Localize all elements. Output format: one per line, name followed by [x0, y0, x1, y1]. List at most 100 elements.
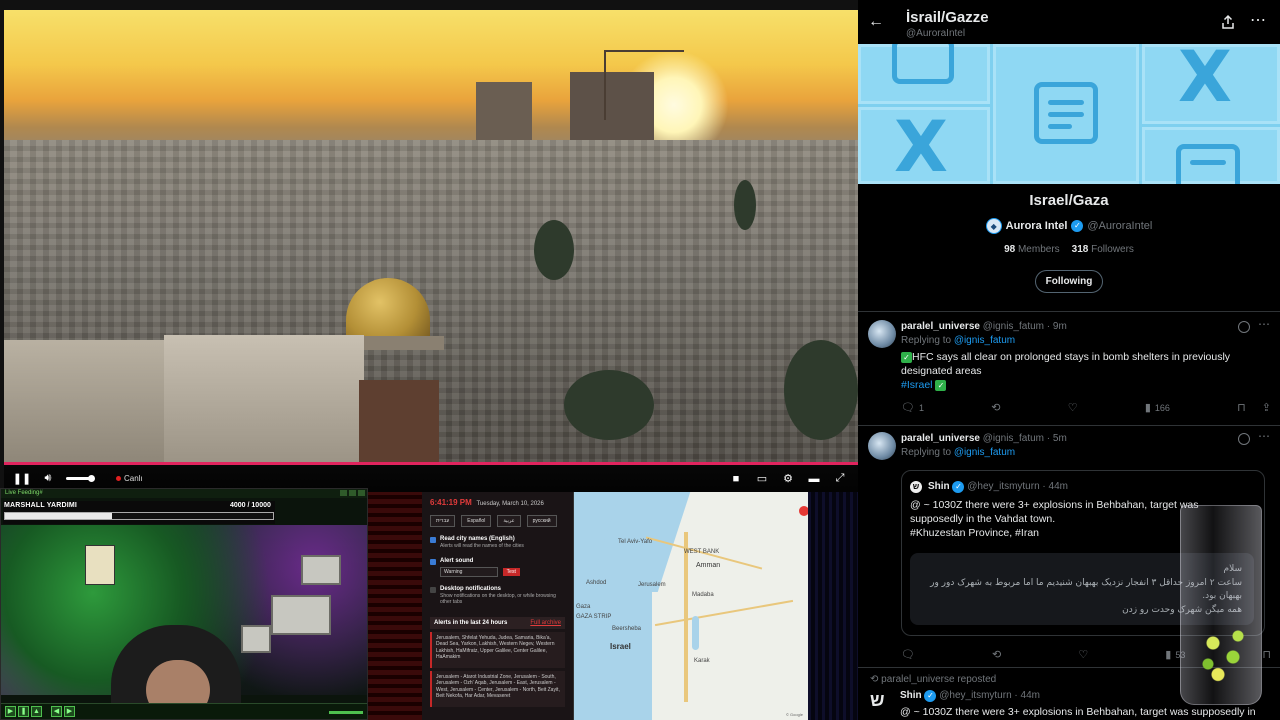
video-player[interactable]: ❚❚ 🔊︎ Canlı ■ ▭ ⚙ ▬ ⤢	[0, 0, 858, 492]
alert-entry[interactable]: Jerusalem - Atarot Industrial Zone, Jeru…	[430, 671, 565, 707]
tweet[interactable]: paralel_universe @ignis_fatum · 9m ⋯ Rep…	[858, 312, 1280, 426]
tweet-author-name[interactable]: Shin	[900, 690, 922, 701]
owner-handle[interactable]: @AuroraIntel	[1087, 220, 1152, 232]
lang-button[interactable]: عربية	[497, 515, 521, 527]
lang-button[interactable]: עברית	[430, 515, 456, 527]
quote-author-handle[interactable]: @hey_itsmyturn	[967, 481, 1039, 492]
avatar[interactable]: ש	[870, 690, 885, 711]
owner-name[interactable]: Aurora Intel	[1006, 220, 1068, 232]
grok-icon[interactable]	[1238, 321, 1250, 333]
tweet-author-handle[interactable]: @ignis_fatum	[983, 321, 1044, 332]
tweet-author-name[interactable]: paralel_universe	[901, 433, 980, 444]
lang-button[interactable]: Español	[461, 515, 492, 527]
tweet-header: paralel_universe @ignis_fatum · 5m	[901, 433, 1067, 444]
repost-icon: ⟲	[870, 674, 882, 685]
checkbox[interactable]	[430, 559, 436, 565]
tweet-header: paralel_universe @ignis_fatum · 9m	[901, 321, 1067, 332]
doc-line	[1048, 124, 1072, 129]
following-button[interactable]: Following	[1035, 270, 1103, 293]
live-dot	[116, 476, 121, 481]
settings-icon[interactable]: ⚙	[780, 471, 796, 487]
stop-icon[interactable]: ■	[728, 471, 744, 487]
map-pin[interactable]	[799, 506, 808, 516]
owner-avatar[interactable]: ◆	[985, 218, 1002, 234]
tweet-time[interactable]: 9m	[1053, 321, 1067, 332]
avatar[interactable]	[868, 320, 896, 348]
followers-count: 318	[1071, 244, 1089, 255]
quote-author-name[interactable]: Shin	[928, 481, 950, 492]
minimize-icon[interactable]	[340, 490, 347, 496]
more-icon[interactable]: ⋯	[1258, 317, 1270, 331]
bookmark-action[interactable]: ⊓ ⇪	[1237, 401, 1271, 414]
tweet-time[interactable]: 44m	[1021, 690, 1040, 701]
video-frame[interactable]	[4, 10, 858, 462]
members-stat[interactable]: 98 Members	[1004, 244, 1060, 255]
heart-icon: ♡	[1067, 402, 1078, 414]
repost-icon: ⟲	[991, 402, 1001, 414]
tweet-time[interactable]: 5m	[1053, 433, 1067, 444]
option-read-city[interactable]: Read city names (English) Alerts will re…	[430, 536, 565, 549]
alert-entry[interactable]: Jerusalem, Shfelat Yehuda, Judea, Samari…	[430, 632, 565, 668]
option-desktop[interactable]: Desktop notifications Show notifications…	[430, 586, 565, 605]
like-action[interactable]: ♡	[1068, 401, 1078, 414]
option-alert-sound[interactable]: Alert sound Warning Test	[430, 558, 565, 577]
tweet-author-name[interactable]: paralel_universe	[901, 321, 980, 332]
next-icon[interactable]: ▶	[64, 706, 75, 717]
cam-volume-slider[interactable]	[329, 711, 363, 714]
hashtag-link[interactable]: #Israel	[901, 379, 933, 391]
pause-icon[interactable]: ❚	[18, 706, 29, 717]
followers-stat[interactable]: 318 Followers	[1072, 244, 1134, 255]
lang-button[interactable]: русский	[526, 515, 557, 527]
repost-action[interactable]: ⟲	[991, 401, 1000, 414]
map-label: Israel	[610, 642, 631, 651]
repost-action[interactable]: ⟲	[992, 648, 1001, 661]
list-owner[interactable]: ◆ Aurora Intel ✓ @AuroraIntel	[858, 218, 1280, 234]
replying-to-link[interactable]: @ignis_fatum	[954, 335, 1015, 346]
road	[654, 599, 794, 627]
repost-label[interactable]: paralel_universe reposted	[881, 674, 996, 685]
alerts-list-title: Alerts in the last 24 hours	[434, 620, 508, 626]
map-panel[interactable]: Tel Aviv-Yafo WEST BANK Ashdod Jerusalem…	[574, 492, 808, 720]
volume-slider[interactable]	[66, 475, 95, 482]
eject-icon[interactable]: ▲	[31, 706, 42, 717]
reply-action[interactable]: 🗨︎ 1	[901, 401, 924, 414]
prev-icon[interactable]: ◀	[51, 706, 62, 717]
like-action[interactable]: ♡	[1078, 648, 1088, 661]
list-banner: X X	[858, 44, 1280, 184]
pip-icon[interactable]: ▭	[754, 471, 770, 487]
tweet-author-handle[interactable]: @ignis_fatum	[983, 433, 1044, 444]
play-icon[interactable]: ▶	[5, 706, 16, 717]
crt-monitor	[271, 595, 331, 635]
avatar[interactable]	[868, 432, 896, 460]
replying-to-link[interactable]: @ignis_fatum	[954, 447, 1015, 458]
grok-icon[interactable]	[1238, 433, 1250, 445]
pause-icon[interactable]: ❚❚	[13, 471, 31, 487]
more-icon[interactable]: ⋯	[1250, 10, 1266, 30]
share-icon[interactable]: ⇪	[1262, 401, 1271, 414]
test-button[interactable]: Test	[502, 568, 520, 576]
live-indicator[interactable]: Canlı	[116, 474, 143, 483]
bookmark-action[interactable]: ⊓	[1262, 648, 1271, 661]
quote-text: @ ~ 1030Z there were 3+ explosions in Be…	[910, 498, 1210, 541]
full-archive-link[interactable]: Full archive	[530, 620, 561, 626]
tweet-author-handle[interactable]: @hey_itsmyturn	[939, 690, 1011, 701]
sound-select[interactable]: Warning	[440, 567, 498, 577]
fullscreen-icon[interactable]: ⤢	[832, 471, 848, 487]
volume-icon[interactable]: 🔊︎	[40, 471, 56, 487]
checkbox[interactable]	[430, 537, 436, 543]
theater-icon[interactable]: ▬	[806, 471, 822, 487]
views-action[interactable]: ▮ 166	[1145, 401, 1170, 414]
checkbox[interactable]	[430, 587, 436, 593]
reply-action[interactable]: 🗨︎	[901, 648, 915, 661]
share-icon[interactable]	[1220, 14, 1236, 30]
maximize-icon[interactable]	[349, 490, 356, 496]
repost-icon: ⟲	[992, 649, 1002, 661]
quote-tags[interactable]: #Khuzestan Province, #Iran	[910, 527, 1039, 539]
separator: ·	[1014, 690, 1018, 701]
quote-time[interactable]: 44m	[1049, 481, 1068, 492]
close-icon[interactable]	[358, 490, 365, 496]
tweet-text-content: HFC says all clear on prolonged stays in…	[901, 351, 1231, 378]
quote-avatar[interactable]: ש	[910, 481, 922, 493]
more-icon[interactable]: ⋯	[1258, 429, 1270, 443]
back-arrow-icon[interactable]: ←	[866, 12, 886, 32]
